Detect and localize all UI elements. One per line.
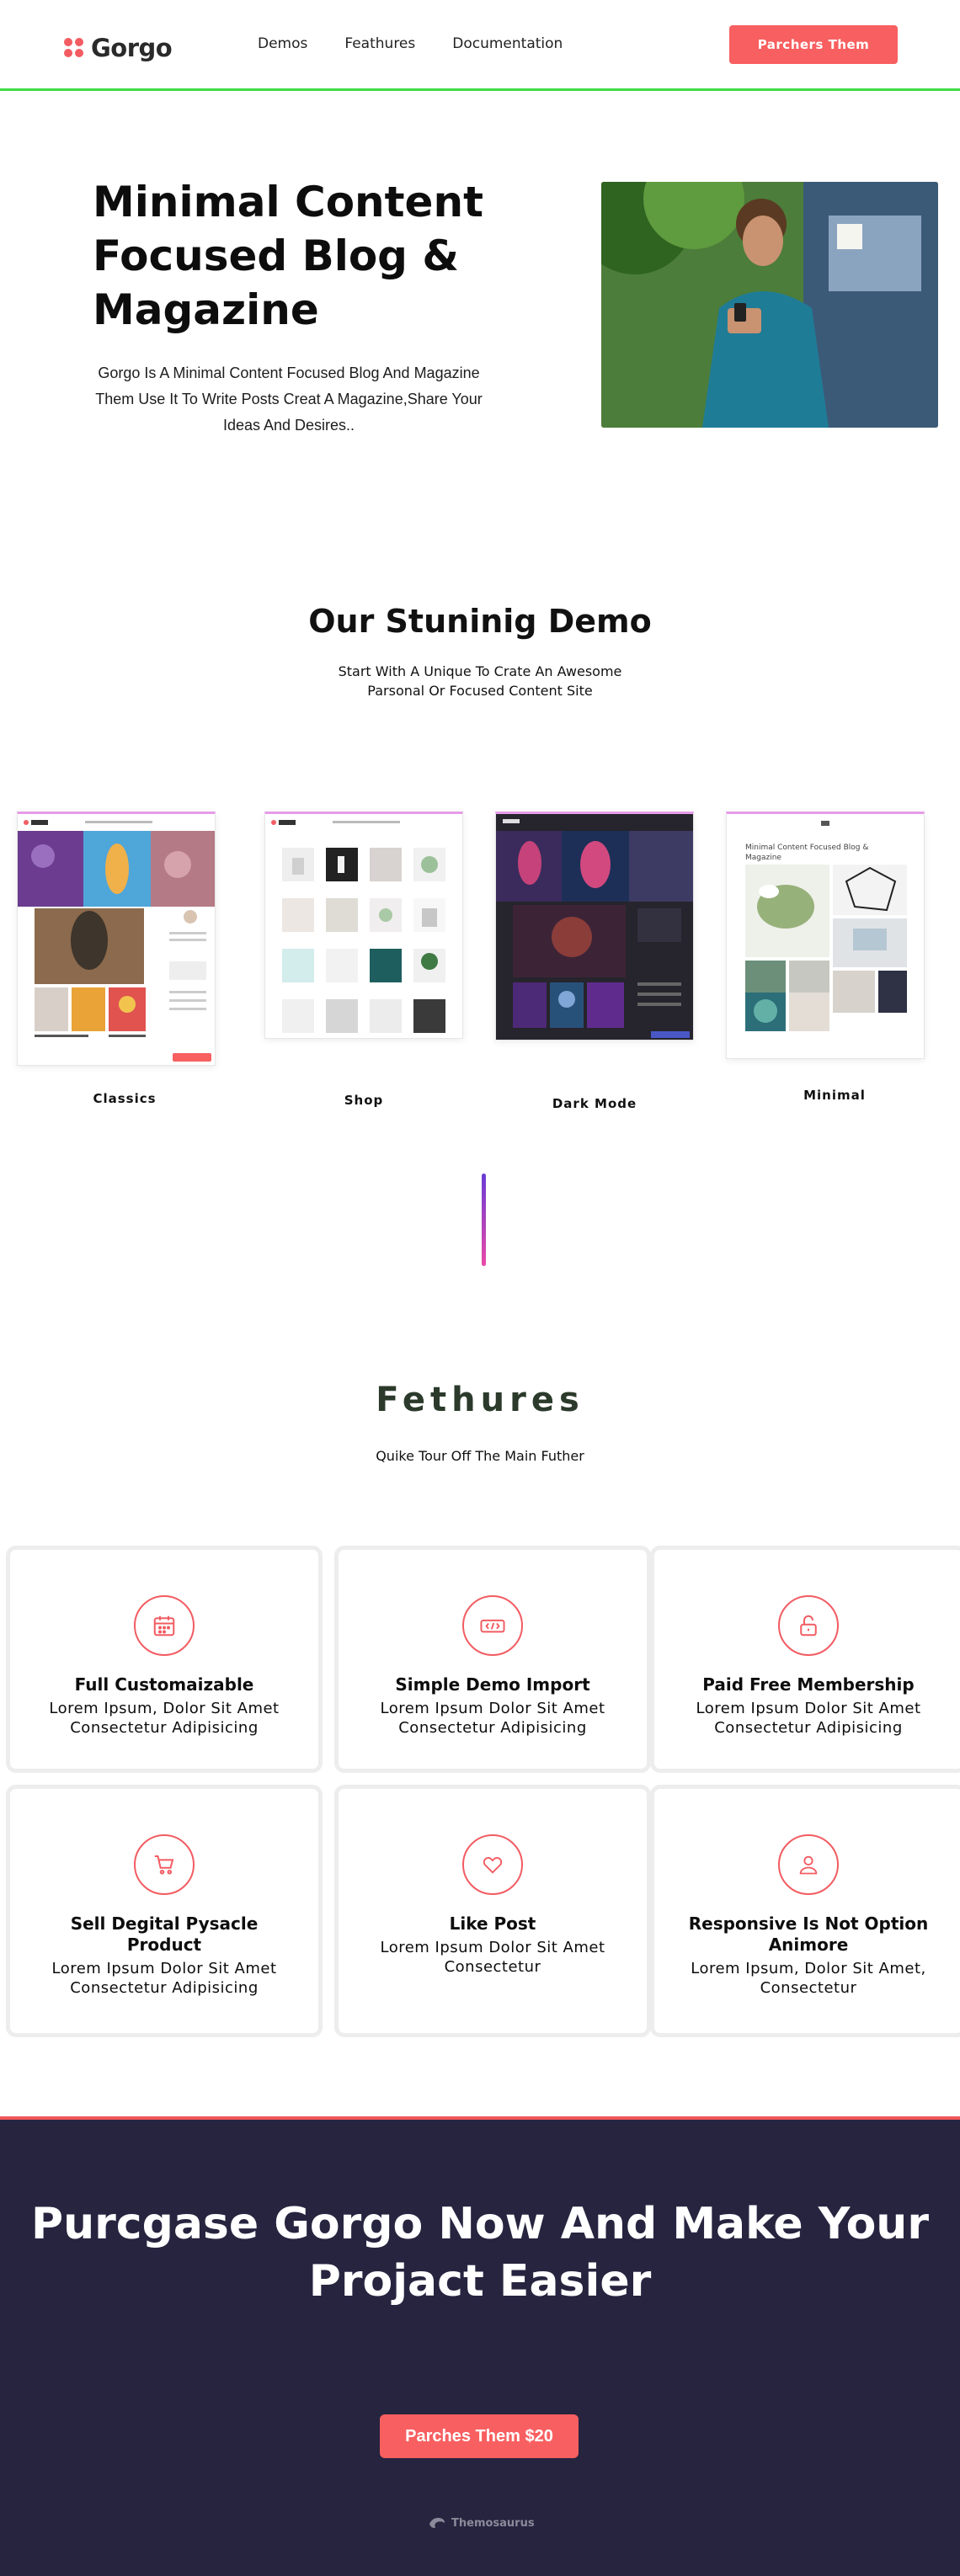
feature-card-customizable: Full Customaizable Lorem Ipsum, Dolor Si… xyxy=(6,1546,323,1773)
shop-preview xyxy=(265,814,462,1038)
heart-icon xyxy=(462,1834,523,1895)
logo-icon xyxy=(64,38,84,58)
feature-card-membership: Paid Free Membership Lorem Ipsum Dolor S… xyxy=(650,1546,960,1773)
section-divider-line xyxy=(482,1174,486,1266)
feature-text: Lorem Ipsum Dolor Sit Amet Consectetur A… xyxy=(696,1700,921,1737)
feature-title: Sell Degital Pysacle Product xyxy=(70,1913,259,1955)
demo-card-classics[interactable] xyxy=(17,812,216,1066)
demo-card-dark-mode[interactable] xyxy=(495,812,694,1041)
features-section-title: Fethures xyxy=(376,1381,584,1419)
feature-text: Lorem Ipsum Dolor Sit Amet Consectetur xyxy=(380,1939,605,1976)
cart-icon xyxy=(134,1834,195,1895)
feature-text: Lorem Ipsum Dolor Sit Amet Consectetur A… xyxy=(380,1700,605,1737)
feature-title: Paid Free Membership xyxy=(702,1674,915,1695)
calendar-icon xyxy=(134,1595,195,1656)
top-navigation: Gorgo Demos Feathures Documentation Parc… xyxy=(0,0,960,91)
feature-title: Like Post xyxy=(449,1913,536,1934)
demo-section-subtitle: Start With A Unique To Crate An Awesome … xyxy=(338,663,622,699)
minimal-preview-heading: Minimal Content Focused Blog & Magazine xyxy=(745,844,869,862)
demo-label-shop: Shop xyxy=(344,1093,384,1108)
features-section-subtitle: Quike Tour Off The Main Futher xyxy=(376,1448,584,1464)
feature-title: Simple Demo Import xyxy=(395,1674,590,1695)
demo-label-minimal: Minimal xyxy=(803,1088,866,1103)
user-icon xyxy=(778,1834,839,1895)
logo-text: Gorgo xyxy=(91,34,173,62)
hero-description: Gorgo Is A Minimal Content Focused Blog … xyxy=(95,365,483,434)
purchase-button[interactable]: Parchers Them xyxy=(729,25,898,64)
feature-card-responsive: Responsive Is Not Option Animore Lorem I… xyxy=(650,1785,960,2037)
demo-section-title: Our Stuninig Demo xyxy=(308,603,652,640)
demo-card-minimal[interactable]: Minimal Content Focused Blog & Magazine xyxy=(726,812,925,1059)
cta-title: Purcgase Gorgo Now And Make Your Projact… xyxy=(31,2199,929,2307)
feature-text: Lorem Ipsum, Dolor Sit Amet, Consectetur xyxy=(691,1960,926,1997)
menu-item-documentation[interactable]: Documentation xyxy=(452,35,563,52)
feature-text: Lorem Ipsum, Dolor Sit Amet Consectetur … xyxy=(49,1700,280,1737)
demo-label-classics: Classics xyxy=(93,1091,157,1106)
main-menu: Demos Feathures Documentation xyxy=(258,35,563,52)
demo-label-dark-mode: Dark Mode xyxy=(552,1096,637,1111)
demo-card-shop[interactable] xyxy=(264,812,463,1039)
feature-card-like-post: Like Post Lorem Ipsum Dolor Sit Amet Con… xyxy=(334,1785,651,2037)
menu-item-demos[interactable]: Demos xyxy=(258,35,307,52)
brand-footer[interactable]: Themosaurus xyxy=(428,2515,535,2531)
feature-text: Lorem Ipsum Dolor Sit Amet Consectetur A… xyxy=(51,1960,277,1997)
purchase-cta-section: Purcgase Gorgo Now And Make Your Projact… xyxy=(0,2116,960,2576)
dark-mode-preview xyxy=(496,814,693,1040)
themosaurus-logo-icon xyxy=(429,2517,445,2528)
purchase-price-button[interactable]: Parches Them $20 xyxy=(380,2414,579,2458)
lock-icon xyxy=(778,1595,839,1656)
hero-photo-illustration xyxy=(601,182,938,428)
feature-card-sell-product: Sell Degital Pysacle Product Lorem Ipsum… xyxy=(6,1785,323,2037)
logo[interactable]: Gorgo xyxy=(64,34,173,62)
feature-title: Responsive Is Not Option Animore xyxy=(688,1913,929,1955)
menu-item-features[interactable]: Feathures xyxy=(344,35,415,52)
hero-title: Minimal Content Focused Blog & Magazine xyxy=(93,178,483,334)
feature-card-demo-import: Simple Demo Import Lorem Ipsum Dolor Sit… xyxy=(334,1546,651,1773)
classics-preview xyxy=(18,814,215,1062)
hero-image xyxy=(601,182,938,428)
feature-title: Full Customaizable xyxy=(74,1674,254,1695)
import-icon xyxy=(462,1595,523,1656)
brand-name: Themosaurus xyxy=(451,2516,535,2530)
